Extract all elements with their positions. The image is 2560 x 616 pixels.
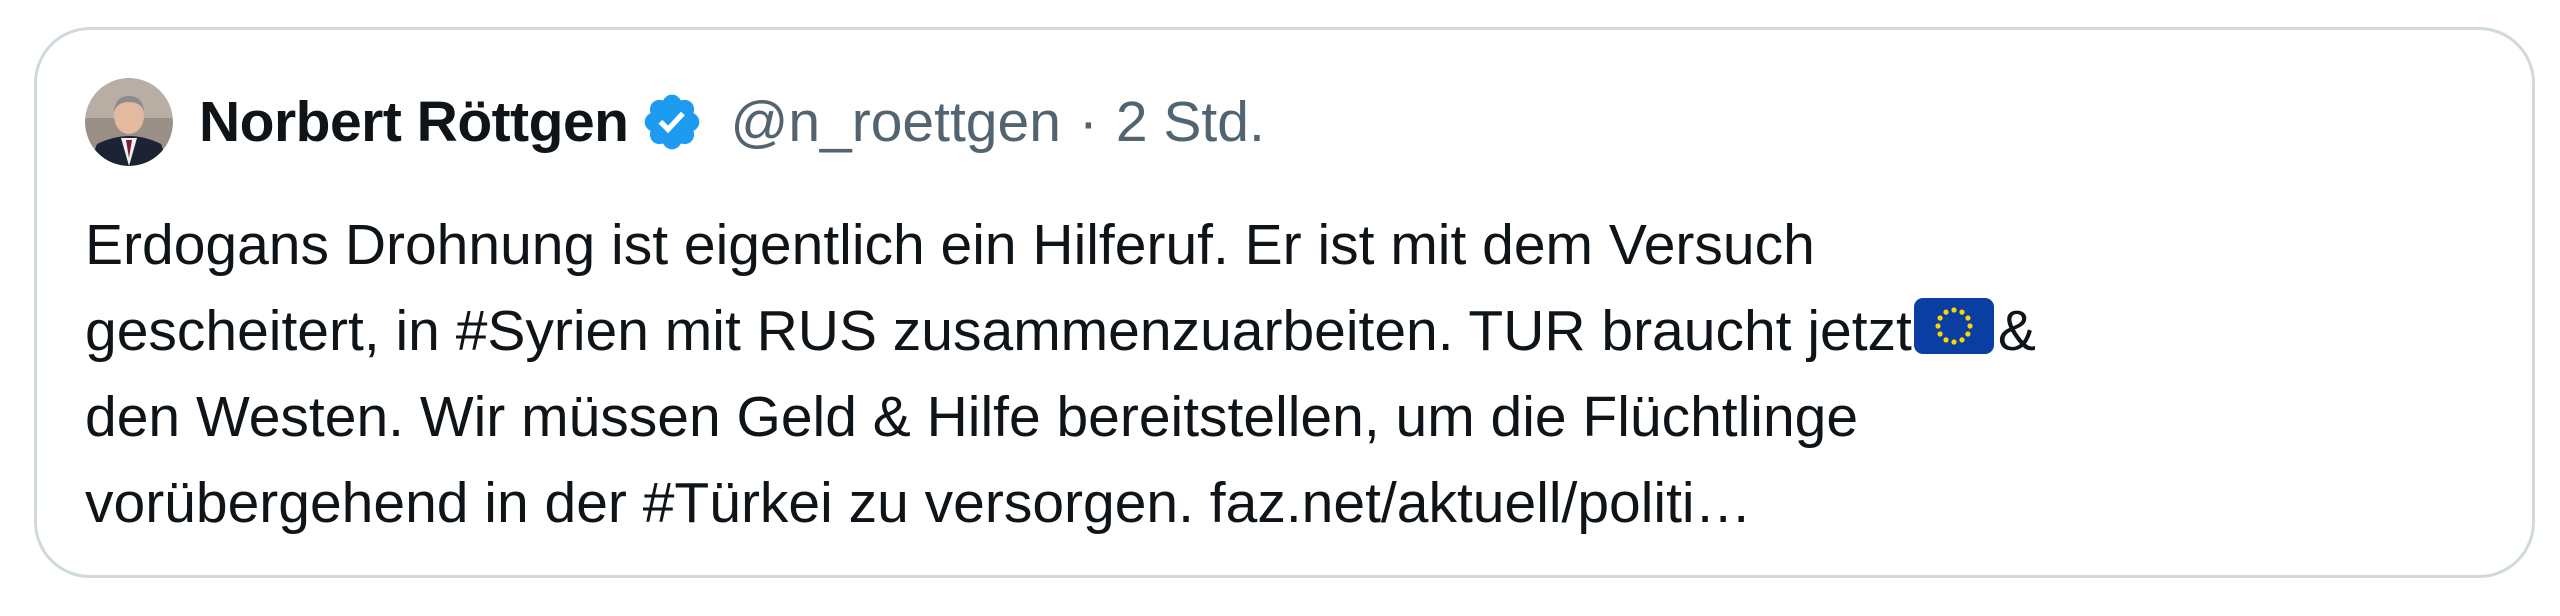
author-handle[interactable]: @n_roettgen: [730, 89, 1060, 155]
verified-badge-icon: [645, 94, 700, 150]
tweet-text-line: den Westen. Wir müssen Geld & Hilfe bere…: [85, 385, 1859, 449]
header-separator: ·: [1078, 90, 1098, 154]
eu-flag-emoji: [1913, 298, 1994, 354]
tweet-text-segment: &: [1997, 299, 2036, 363]
tweet-text: Erdogans Drohnung ist eigentlich ein Hil…: [85, 202, 2505, 546]
quoted-tweet-card[interactable]: Norbert Röttgen @n_roettgen · 2 Std. Erd…: [34, 27, 2535, 578]
avatar[interactable]: [85, 78, 173, 166]
tweet-text-line: vorübergehend in der #Türkei zu versorge…: [85, 471, 1752, 535]
tweet-text-line: Erdogans Drohnung ist eigentlich ein Hil…: [85, 213, 1815, 277]
tweet-text-segment: gescheitert, in #Syrien mit RUS zusammen…: [85, 299, 1912, 363]
tweet-timestamp[interactable]: 2 Std.: [1116, 89, 1265, 155]
author-name[interactable]: Norbert Röttgen: [199, 89, 629, 155]
tweet-text-line: gescheitert, in #Syrien mit RUS zusammen…: [85, 288, 2505, 374]
tweet-header: Norbert Röttgen @n_roettgen · 2 Std.: [85, 74, 1265, 170]
